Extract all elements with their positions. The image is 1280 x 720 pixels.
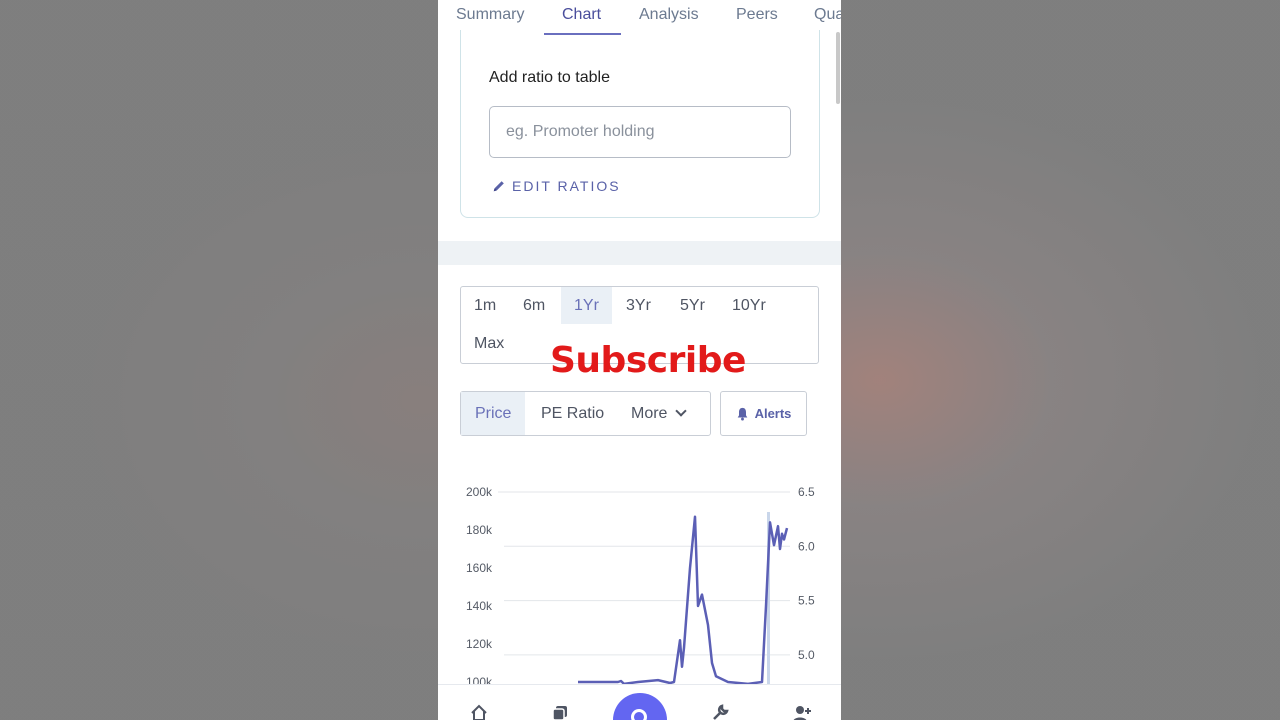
period-5yr[interactable]: 5Yr — [667, 287, 718, 324]
search-fab-button[interactable] — [613, 693, 667, 720]
left-tick-label: 200k — [466, 485, 493, 499]
left-tick-label: 180k — [466, 523, 493, 537]
period-1yr[interactable]: 1Yr — [561, 287, 612, 324]
chevron-down-icon — [675, 405, 688, 417]
period-1m[interactable]: 1m — [461, 287, 509, 324]
left-tick-label: 120k — [466, 637, 493, 651]
tab-summary[interactable]: Summary — [456, 6, 524, 24]
left-tick-label: 160k — [466, 561, 493, 575]
pencil-icon — [493, 181, 504, 192]
add-user-icon[interactable] — [792, 703, 812, 720]
section-divider — [438, 241, 841, 265]
chart-type-selector: Price PE Ratio More — [460, 391, 711, 436]
price-chart[interactable]: 200k180k160k140k120k100k 6.56.05.55.0 — [438, 470, 841, 685]
bottom-navigation — [438, 684, 841, 720]
period-6m[interactable]: 6m — [510, 287, 558, 324]
ratio-search-input[interactable] — [489, 106, 791, 158]
bell-icon — [737, 407, 747, 420]
right-tick-label: 6.5 — [798, 485, 815, 499]
edit-ratios-label: EDIT RATIOS — [512, 178, 621, 194]
right-axis-ticks: 6.5 6.0 5.5 5.0 — [798, 485, 815, 662]
price-button[interactable]: Price — [461, 392, 526, 435]
more-label: More — [631, 405, 668, 422]
chart-grid — [498, 491, 790, 656]
screens-icon[interactable] — [550, 703, 570, 720]
search-icon — [631, 709, 647, 720]
left-tick-label: 140k — [466, 599, 493, 613]
tab-quarters[interactable]: Qua — [814, 6, 841, 24]
alerts-label: Alerts — [754, 406, 792, 421]
ratio-card-title: Add ratio to table — [489, 69, 610, 86]
price-series — [578, 512, 789, 685]
home-icon[interactable] — [469, 703, 489, 720]
left-axis-ticks: 200k180k160k140k120k100k — [466, 485, 493, 685]
tab-chart[interactable]: Chart — [562, 6, 601, 24]
alerts-button[interactable]: Alerts — [720, 391, 807, 436]
period-3yr[interactable]: 3Yr — [613, 287, 664, 324]
right-tick-label: 5.5 — [798, 594, 815, 608]
period-10yr[interactable]: 10Yr — [719, 287, 779, 324]
right-tick-label: 6.0 — [798, 539, 815, 553]
scrollbar-thumb[interactable] — [836, 32, 840, 104]
right-tick-label: 5.0 — [798, 648, 815, 662]
tools-icon[interactable] — [710, 703, 730, 720]
tab-peers[interactable]: Peers — [736, 6, 778, 24]
tab-analysis[interactable]: Analysis — [639, 6, 699, 24]
edit-ratios-button[interactable]: EDIT RATIOS — [492, 178, 621, 194]
subscribe-overlay: Subscribe — [550, 340, 746, 381]
more-dropdown[interactable]: More — [617, 392, 699, 435]
pe-ratio-button[interactable]: PE Ratio — [527, 392, 618, 435]
period-max[interactable]: Max — [461, 325, 517, 362]
